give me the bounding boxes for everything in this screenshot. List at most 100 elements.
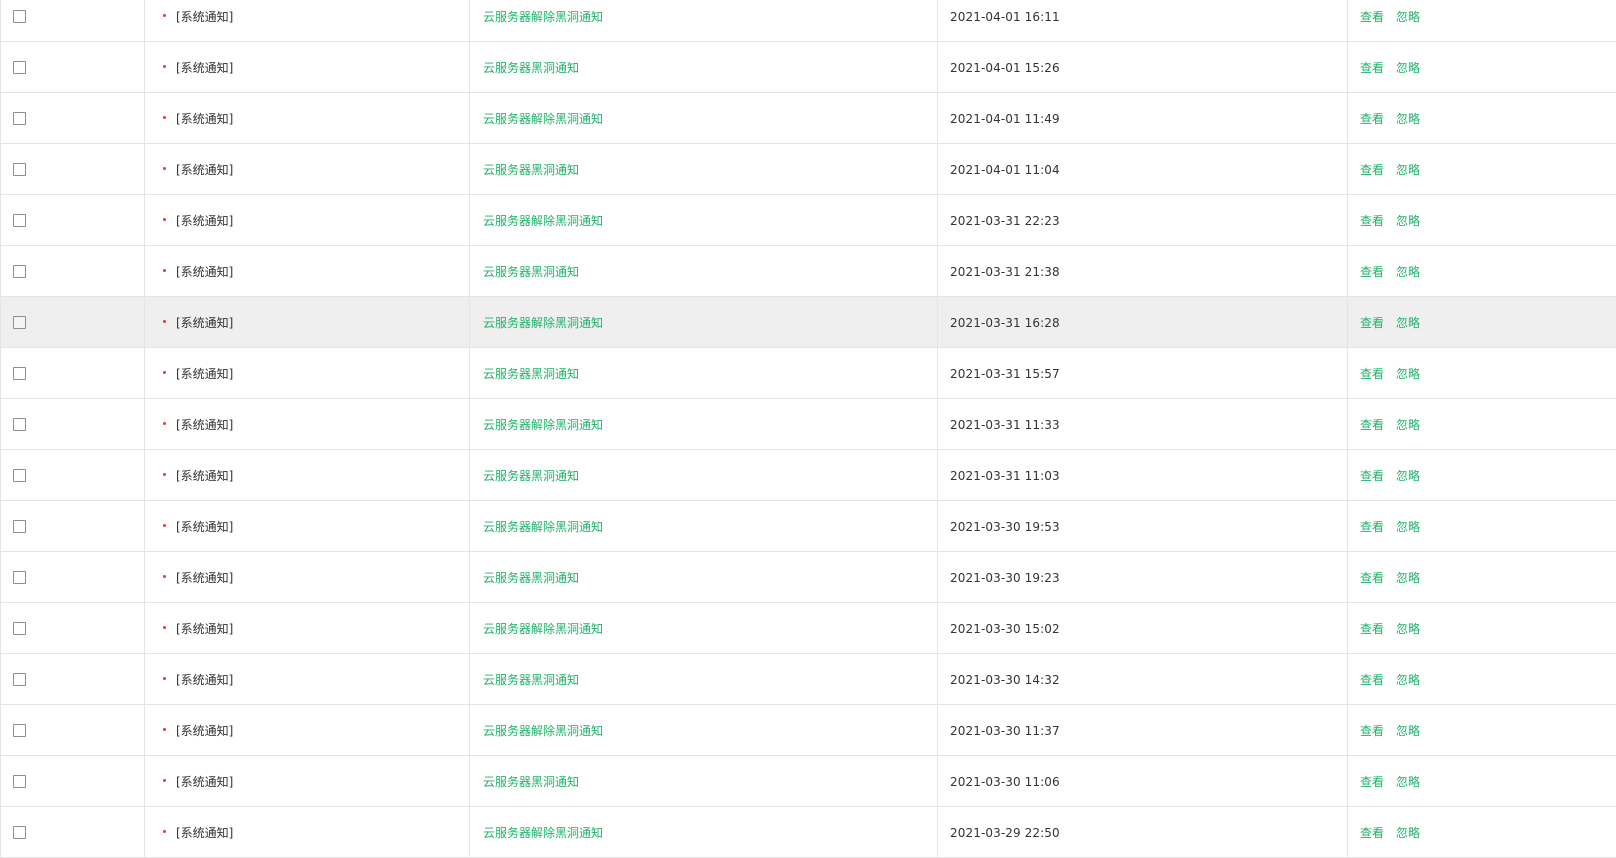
- notification-type: [系统通知]: [176, 367, 234, 381]
- row-checkbox[interactable]: [13, 520, 26, 533]
- ignore-link[interactable]: 忽略: [1396, 110, 1420, 127]
- row-checkbox[interactable]: [13, 622, 26, 635]
- ignore-link[interactable]: 忽略: [1396, 212, 1420, 229]
- view-link[interactable]: 查看: [1360, 671, 1384, 688]
- notification-title-link[interactable]: 云服务器黑洞通知: [483, 365, 579, 382]
- actions-cell: 查看 忽略: [1348, 42, 1616, 92]
- row-checkbox[interactable]: [13, 724, 26, 737]
- view-link[interactable]: 查看: [1360, 365, 1384, 382]
- row-checkbox[interactable]: [13, 214, 26, 227]
- title-cell: 云服务器黑洞通知: [470, 552, 938, 602]
- view-link[interactable]: 查看: [1360, 110, 1384, 127]
- checkbox-cell: [0, 0, 145, 41]
- unread-dot-icon: [163, 523, 166, 527]
- notification-title-link[interactable]: 云服务器黑洞通知: [483, 671, 579, 688]
- notification-type: [系统通知]: [176, 724, 234, 738]
- ignore-link[interactable]: 忽略: [1396, 569, 1420, 586]
- type-cell: [系统通知]: [145, 450, 470, 500]
- notification-title-link[interactable]: 云服务器解除黑洞通知: [483, 824, 603, 841]
- table-row: [系统通知] 云服务器解除黑洞通知 2021-03-30 19:53 查看 忽略: [0, 501, 1616, 552]
- unread-dot-icon: [163, 472, 166, 476]
- notification-title-link[interactable]: 云服务器黑洞通知: [483, 569, 579, 586]
- view-link[interactable]: 查看: [1360, 467, 1384, 484]
- view-link[interactable]: 查看: [1360, 722, 1384, 739]
- ignore-link[interactable]: 忽略: [1396, 365, 1420, 382]
- ignore-link[interactable]: 忽略: [1396, 620, 1420, 637]
- view-link[interactable]: 查看: [1360, 161, 1384, 178]
- ignore-link[interactable]: 忽略: [1396, 314, 1420, 331]
- time-cell: 2021-03-30 14:32: [938, 654, 1348, 704]
- ignore-link[interactable]: 忽略: [1396, 467, 1420, 484]
- unread-dot-icon: [163, 166, 166, 170]
- notification-time: 2021-03-31 16:28: [950, 315, 1060, 330]
- notification-title-link[interactable]: 云服务器黑洞通知: [483, 59, 579, 76]
- ignore-link[interactable]: 忽略: [1396, 59, 1420, 76]
- title-cell: 云服务器解除黑洞通知: [470, 603, 938, 653]
- notification-title-link[interactable]: 云服务器解除黑洞通知: [483, 620, 603, 637]
- checkbox-cell: [0, 603, 145, 653]
- notification-title-link[interactable]: 云服务器解除黑洞通知: [483, 416, 603, 433]
- row-checkbox[interactable]: [13, 61, 26, 74]
- checkbox-cell: [0, 399, 145, 449]
- row-checkbox[interactable]: [13, 10, 26, 23]
- view-link[interactable]: 查看: [1360, 620, 1384, 637]
- row-checkbox[interactable]: [13, 265, 26, 278]
- row-checkbox[interactable]: [13, 571, 26, 584]
- notification-title-link[interactable]: 云服务器解除黑洞通知: [483, 722, 603, 739]
- unread-dot-icon: [163, 370, 166, 374]
- notification-title-link[interactable]: 云服务器黑洞通知: [483, 467, 579, 484]
- row-checkbox[interactable]: [13, 673, 26, 686]
- notification-title-link[interactable]: 云服务器解除黑洞通知: [483, 212, 603, 229]
- row-checkbox[interactable]: [13, 469, 26, 482]
- table-row: [系统通知] 云服务器黑洞通知 2021-03-30 19:23 查看 忽略: [0, 552, 1616, 603]
- table-row: [系统通知] 云服务器黑洞通知 2021-03-31 15:57 查看 忽略: [0, 348, 1616, 399]
- notification-title-link[interactable]: 云服务器黑洞通知: [483, 161, 579, 178]
- notification-title-link[interactable]: 云服务器解除黑洞通知: [483, 518, 603, 535]
- actions-cell: 查看 忽略: [1348, 450, 1616, 500]
- time-cell: 2021-03-30 15:02: [938, 603, 1348, 653]
- ignore-link[interactable]: 忽略: [1396, 671, 1420, 688]
- view-link[interactable]: 查看: [1360, 263, 1384, 280]
- table-row: [系统通知] 云服务器解除黑洞通知 2021-04-01 11:49 查看 忽略: [0, 93, 1616, 144]
- ignore-link[interactable]: 忽略: [1396, 773, 1420, 790]
- notification-title-link[interactable]: 云服务器解除黑洞通知: [483, 8, 603, 25]
- notification-title-link[interactable]: 云服务器黑洞通知: [483, 263, 579, 280]
- table-row: [系统通知] 云服务器解除黑洞通知 2021-03-29 22:50 查看 忽略: [0, 807, 1616, 858]
- view-link[interactable]: 查看: [1360, 8, 1384, 25]
- ignore-link[interactable]: 忽略: [1396, 8, 1420, 25]
- ignore-link[interactable]: 忽略: [1396, 161, 1420, 178]
- view-link[interactable]: 查看: [1360, 824, 1384, 841]
- row-checkbox[interactable]: [13, 163, 26, 176]
- ignore-link[interactable]: 忽略: [1396, 518, 1420, 535]
- ignore-link[interactable]: 忽略: [1396, 824, 1420, 841]
- unread-dot-icon: [163, 115, 166, 119]
- row-checkbox[interactable]: [13, 112, 26, 125]
- notification-type: [系统通知]: [176, 61, 234, 75]
- notification-title-link[interactable]: 云服务器黑洞通知: [483, 773, 579, 790]
- notification-title-link[interactable]: 云服务器解除黑洞通知: [483, 314, 603, 331]
- row-checkbox[interactable]: [13, 316, 26, 329]
- title-cell: 云服务器解除黑洞通知: [470, 807, 938, 857]
- view-link[interactable]: 查看: [1360, 212, 1384, 229]
- notification-title-link[interactable]: 云服务器解除黑洞通知: [483, 110, 603, 127]
- view-link[interactable]: 查看: [1360, 569, 1384, 586]
- notification-type: [系统通知]: [176, 571, 234, 585]
- row-checkbox[interactable]: [13, 367, 26, 380]
- row-checkbox[interactable]: [13, 775, 26, 788]
- title-cell: 云服务器黑洞通知: [470, 450, 938, 500]
- view-link[interactable]: 查看: [1360, 518, 1384, 535]
- view-link[interactable]: 查看: [1360, 314, 1384, 331]
- view-link[interactable]: 查看: [1360, 773, 1384, 790]
- view-link[interactable]: 查看: [1360, 59, 1384, 76]
- table-row: [系统通知] 云服务器解除黑洞通知 2021-03-31 22:23 查看 忽略: [0, 195, 1616, 246]
- ignore-link[interactable]: 忽略: [1396, 722, 1420, 739]
- actions-cell: 查看 忽略: [1348, 552, 1616, 602]
- ignore-link[interactable]: 忽略: [1396, 416, 1420, 433]
- ignore-link[interactable]: 忽略: [1396, 263, 1420, 280]
- time-cell: 2021-04-01 16:11: [938, 0, 1348, 41]
- row-checkbox[interactable]: [13, 826, 26, 839]
- title-cell: 云服务器解除黑洞通知: [470, 399, 938, 449]
- view-link[interactable]: 查看: [1360, 416, 1384, 433]
- actions-cell: 查看 忽略: [1348, 705, 1616, 755]
- row-checkbox[interactable]: [13, 418, 26, 431]
